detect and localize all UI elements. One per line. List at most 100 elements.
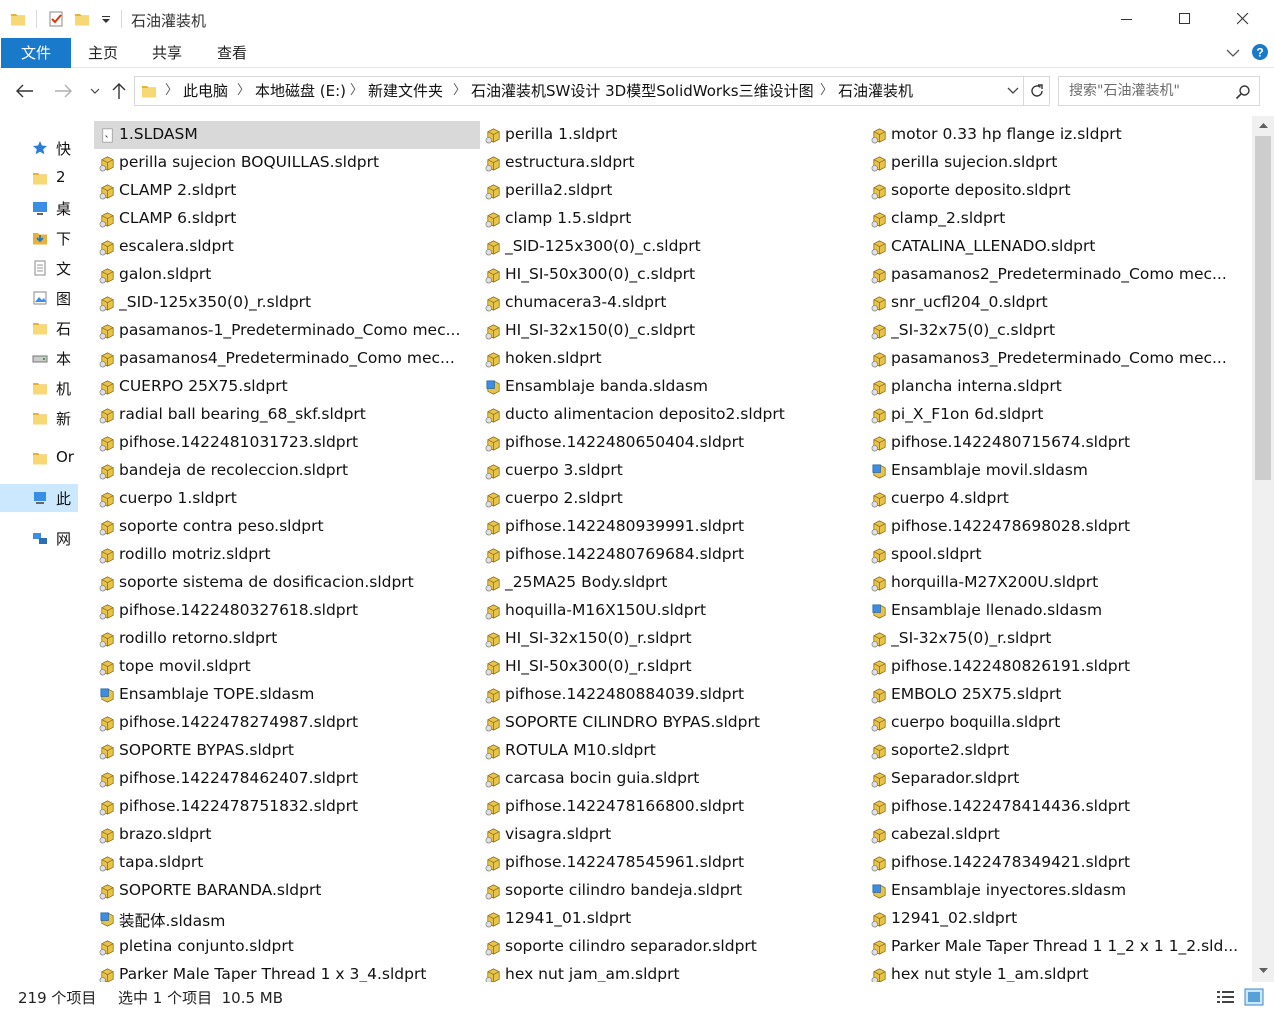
tab-share[interactable]: 共享 [144, 38, 190, 68]
file-item[interactable]: pifhose.1422481031723.sldprt [94, 429, 480, 457]
breadcrumb-design-folder[interactable]: 石油灌装机SW设计 3D模型SolidWorks三维设计图 [471, 77, 814, 105]
file-item[interactable]: pifhose.1422480769684.sldprt [480, 541, 866, 569]
file-item[interactable]: HI_SI-32x150(0)_c.sldprt [480, 317, 866, 345]
help-icon[interactable]: ? [1251, 43, 1269, 61]
file-item[interactable]: perilla 1.sldprt [480, 121, 866, 149]
nav-item[interactable]: 文 [0, 254, 78, 282]
file-item[interactable]: estructura.sldprt [480, 149, 866, 177]
file-item[interactable]: pifhose.1422480715674.sldprt [866, 429, 1252, 457]
search-box[interactable]: 搜索"石油灌装机" [1058, 76, 1260, 106]
maximize-button[interactable] [1156, 0, 1214, 38]
file-item[interactable]: pifhose.1422478751832.sldprt [94, 793, 480, 821]
breadcrumb-new-folder[interactable]: 新建文件夹 [368, 77, 443, 105]
breadcrumb-separator[interactable]: 〉 [820, 77, 833, 105]
file-item[interactable]: HI_SI-50x300(0)_c.sldprt [480, 261, 866, 289]
file-item[interactable]: CUERPO 25X75.sldprt [94, 373, 480, 401]
file-item[interactable]: clamp_2.sldprt [866, 205, 1252, 233]
nav-item[interactable]: 快 [0, 134, 78, 162]
file-item[interactable]: pasamanos3_Predeterminado_Como mec... [866, 345, 1252, 373]
scroll-up-button[interactable] [1252, 116, 1274, 134]
file-item[interactable]: pifhose.1422480939991.sldprt [480, 513, 866, 541]
up-button[interactable] [108, 80, 130, 102]
file-item[interactable]: soporte2.sldprt [866, 737, 1252, 765]
search-icon[interactable] [1235, 84, 1251, 100]
file-item[interactable]: visagra.sldprt [480, 821, 866, 849]
file-item[interactable]: _SID-125x300(0)_c.sldprt [480, 233, 866, 261]
file-item[interactable]: pifhose.1422478414436.sldprt [866, 793, 1252, 821]
file-item[interactable]: 1.SLDASM [94, 121, 480, 149]
vertical-scrollbar[interactable] [1252, 116, 1274, 982]
file-item[interactable]: bandeja de recoleccion.sldprt [94, 457, 480, 485]
nav-item[interactable]: 2 [0, 164, 78, 192]
file-item[interactable]: Parker Male Taper Thread 1 x 3_4.sldprt [94, 961, 480, 982]
breadcrumb-separator[interactable]: 〉 [165, 77, 178, 105]
nav-item[interactable]: 桌 [0, 194, 78, 222]
breadcrumb-separator[interactable]: 〉 [237, 77, 250, 105]
nav-item[interactable]: 下 [0, 224, 78, 252]
file-item[interactable]: cuerpo 1.sldprt [94, 485, 480, 513]
file-item[interactable]: Ensamblaje banda.sldasm [480, 373, 866, 401]
file-item[interactable]: pifhose.1422478166800.sldprt [480, 793, 866, 821]
file-item[interactable]: cuerpo 2.sldprt [480, 485, 866, 513]
file-item[interactable]: snr_ucfl204_0.sldprt [866, 289, 1252, 317]
file-item[interactable]: perilla sujecion.sldprt [866, 149, 1252, 177]
file-item[interactable]: plancha interna.sldprt [866, 373, 1252, 401]
file-item[interactable]: tope movil.sldprt [94, 653, 480, 681]
recent-locations-button[interactable] [84, 80, 106, 102]
chevron-down-icon[interactable] [1226, 48, 1240, 58]
file-item[interactable]: ROTULA M10.sldprt [480, 737, 866, 765]
file-item[interactable]: pifhose.1422478698028.sldprt [866, 513, 1252, 541]
breadcrumb-separator[interactable]: 〉 [453, 77, 466, 105]
address-bar[interactable]: 〉 此电脑 〉 本地磁盘 (E:) 〉 新建文件夹 〉 石油灌装机SW设计 3D… [134, 76, 1024, 106]
customize-qat-icon[interactable] [98, 11, 114, 27]
tab-home[interactable]: 主页 [80, 38, 126, 68]
file-item[interactable]: hoken.sldprt [480, 345, 866, 373]
file-item[interactable]: SOPORTE BYPAS.sldprt [94, 737, 480, 765]
nav-item[interactable]: 机 [0, 374, 78, 402]
file-item[interactable]: chumacera3-4.sldprt [480, 289, 866, 317]
scroll-down-button[interactable] [1252, 962, 1274, 980]
file-item[interactable]: horquilla-M27X200U.sldprt [866, 569, 1252, 597]
file-item[interactable]: clamp 1.5.sldprt [480, 205, 866, 233]
file-item[interactable]: pi_X_F1on 6d.sldprt [866, 401, 1252, 429]
file-item[interactable]: 12941_01.sldprt [480, 905, 866, 933]
file-item[interactable]: pifhose.1422480884039.sldprt [480, 681, 866, 709]
forward-button[interactable] [52, 80, 74, 102]
file-item[interactable]: pifhose.1422480327618.sldprt [94, 597, 480, 625]
nav-item[interactable]: Or [0, 444, 78, 472]
new-folder-icon[interactable] [74, 11, 90, 27]
nav-item[interactable]: 石 [0, 314, 78, 342]
file-item[interactable]: pasamanos4_Predeterminado_Como mec... [94, 345, 480, 373]
file-item[interactable]: hex nut jam_am.sldprt [480, 961, 866, 982]
file-item[interactable]: carcasa bocin guia.sldprt [480, 765, 866, 793]
file-item[interactable]: cuerpo 3.sldprt [480, 457, 866, 485]
file-item[interactable]: Ensamblaje movil.sldasm [866, 457, 1252, 485]
file-item[interactable]: _SI-32x75(0)_c.sldprt [866, 317, 1252, 345]
file-item[interactable]: soporte sistema de dosificacion.sldprt [94, 569, 480, 597]
file-item[interactable]: pifhose.1422478274987.sldprt [94, 709, 480, 737]
file-item[interactable]: rodillo retorno.sldprt [94, 625, 480, 653]
file-item[interactable]: _25MA25 Body.sldprt [480, 569, 866, 597]
nav-item[interactable]: 图 [0, 284, 78, 312]
refresh-button[interactable] [1024, 76, 1050, 106]
details-view-icon[interactable] [1216, 988, 1236, 1006]
file-item[interactable]: soporte cilindro separador.sldprt [480, 933, 866, 961]
file-item[interactable]: pletina conjunto.sldprt [94, 933, 480, 961]
minimize-button[interactable] [1098, 0, 1156, 38]
file-item[interactable]: soporte deposito.sldprt [866, 177, 1252, 205]
file-item[interactable]: CLAMP 2.sldprt [94, 177, 480, 205]
nav-item[interactable]: 网 [0, 524, 78, 552]
file-item[interactable]: brazo.sldprt [94, 821, 480, 849]
file-item[interactable]: Ensamblaje llenado.sldasm [866, 597, 1252, 625]
file-item[interactable]: perilla sujecion BOQUILLAS.sldprt [94, 149, 480, 177]
nav-item[interactable]: 新 [0, 404, 78, 432]
file-item[interactable]: Parker Male Taper Thread 1 1_2 x 1 1_2.s… [866, 933, 1252, 961]
file-item[interactable]: HI_SI-32x150(0)_r.sldprt [480, 625, 866, 653]
tab-file[interactable]: 文件 [1, 38, 71, 68]
breadcrumb-separator[interactable]: 〉 [350, 77, 363, 105]
file-item[interactable]: soporte contra peso.sldprt [94, 513, 480, 541]
tab-view[interactable]: 查看 [209, 38, 255, 68]
large-icons-view-icon[interactable] [1244, 988, 1264, 1006]
search-input[interactable]: 搜索"石油灌装机" [1069, 77, 1180, 105]
breadcrumb-local-disk[interactable]: 本地磁盘 (E:) [255, 77, 346, 105]
